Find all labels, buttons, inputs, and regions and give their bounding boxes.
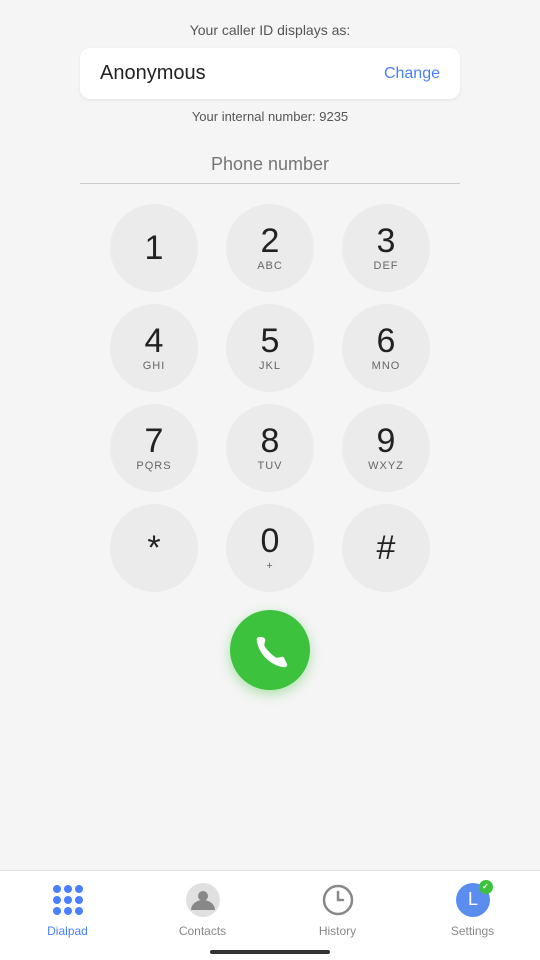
dial-btn-1[interactable]: 1	[110, 204, 198, 292]
home-indicator	[210, 950, 330, 954]
call-button[interactable]	[230, 610, 310, 690]
dialpad-row-2: 7 PQRS 8 TUV 9 WXYZ	[110, 404, 430, 492]
phone-input-container	[80, 154, 460, 184]
dial-sub-9: WXYZ	[368, 460, 404, 472]
dialpad-nav-icon	[48, 880, 88, 920]
dial-main-7: 7	[145, 424, 164, 458]
phone-input[interactable]	[80, 154, 460, 175]
dial-btn-2[interactable]: 2 ABC	[226, 204, 314, 292]
dial-main-1: 1	[145, 231, 164, 265]
change-button[interactable]: Change	[384, 65, 440, 83]
dial-main-9: 9	[377, 424, 396, 458]
dial-sub-5: JKL	[259, 360, 281, 372]
settings-nav-label: Settings	[451, 924, 494, 938]
dial-sub-4: GHI	[143, 360, 166, 372]
dial-btn-3[interactable]: 3 DEF	[342, 204, 430, 292]
call-button-container	[230, 610, 310, 690]
dialpad-grid: 12ABC3DEF4GHI5JKL6MNO7PQRS8TUV9WXYZ*0+#	[110, 204, 430, 592]
settings-nav-icon: L ✓	[453, 880, 493, 920]
contacts-nav-label: Contacts	[179, 924, 226, 938]
dialpad-row-3: *0+#	[110, 504, 430, 592]
dial-main-4: 4	[145, 324, 164, 358]
nav-item-contacts[interactable]: Contacts	[135, 880, 270, 938]
history-nav-label: History	[319, 924, 356, 938]
dial-btn-5[interactable]: 5 JKL	[226, 304, 314, 392]
bottom-nav: Dialpad Contacts History	[0, 870, 540, 960]
dial-sub-3: DEF	[374, 260, 399, 272]
dial-btn-6[interactable]: 6 MNO	[342, 304, 430, 392]
main-container: Your caller ID displays as: Anonymous Ch…	[0, 0, 540, 960]
dial-main-#: #	[377, 531, 396, 565]
dial-btn-4[interactable]: 4 GHI	[110, 304, 198, 392]
dial-main-3: 3	[377, 224, 396, 258]
dial-sub-2: ABC	[257, 260, 283, 272]
dial-main-6: 6	[377, 324, 396, 358]
dial-btn-9[interactable]: 9 WXYZ	[342, 404, 430, 492]
caller-id-label: Your caller ID displays as:	[190, 22, 351, 38]
nav-item-history[interactable]: History	[270, 880, 405, 938]
dial-sub-0: +	[266, 560, 273, 572]
nav-item-settings[interactable]: L ✓ Settings	[405, 880, 540, 938]
caller-id-section: Your caller ID displays as: Anonymous Ch…	[0, 0, 540, 124]
dial-main-8: 8	[261, 424, 280, 458]
caller-id-name: Anonymous	[100, 62, 206, 85]
caller-id-box: Anonymous Change	[80, 48, 460, 99]
dial-btn-*[interactable]: *	[110, 504, 198, 592]
dial-main-0: 0	[261, 524, 280, 558]
contacts-nav-icon	[183, 880, 223, 920]
dialpad-nav-label: Dialpad	[47, 924, 88, 938]
dial-main-5: 5	[261, 324, 280, 358]
dial-sub-8: TUV	[258, 460, 283, 472]
internal-number: Your internal number: 9235	[192, 109, 348, 124]
history-nav-icon	[318, 880, 358, 920]
dial-main-2: 2	[261, 224, 280, 258]
dial-btn-8[interactable]: 8 TUV	[226, 404, 314, 492]
dial-main-*: *	[147, 531, 160, 565]
nav-item-dialpad[interactable]: Dialpad	[0, 880, 135, 938]
dial-btn-7[interactable]: 7 PQRS	[110, 404, 198, 492]
dial-btn-#[interactable]: #	[342, 504, 430, 592]
dial-sub-7: PQRS	[136, 460, 171, 472]
dial-btn-0[interactable]: 0+	[226, 504, 314, 592]
dial-sub-6: MNO	[372, 360, 401, 372]
dialpad-row-0: 1 2 ABC 3 DEF	[110, 204, 430, 292]
dialpad-row-1: 4 GHI 5 JKL 6 MNO	[110, 304, 430, 392]
svg-text:L: L	[467, 889, 477, 909]
